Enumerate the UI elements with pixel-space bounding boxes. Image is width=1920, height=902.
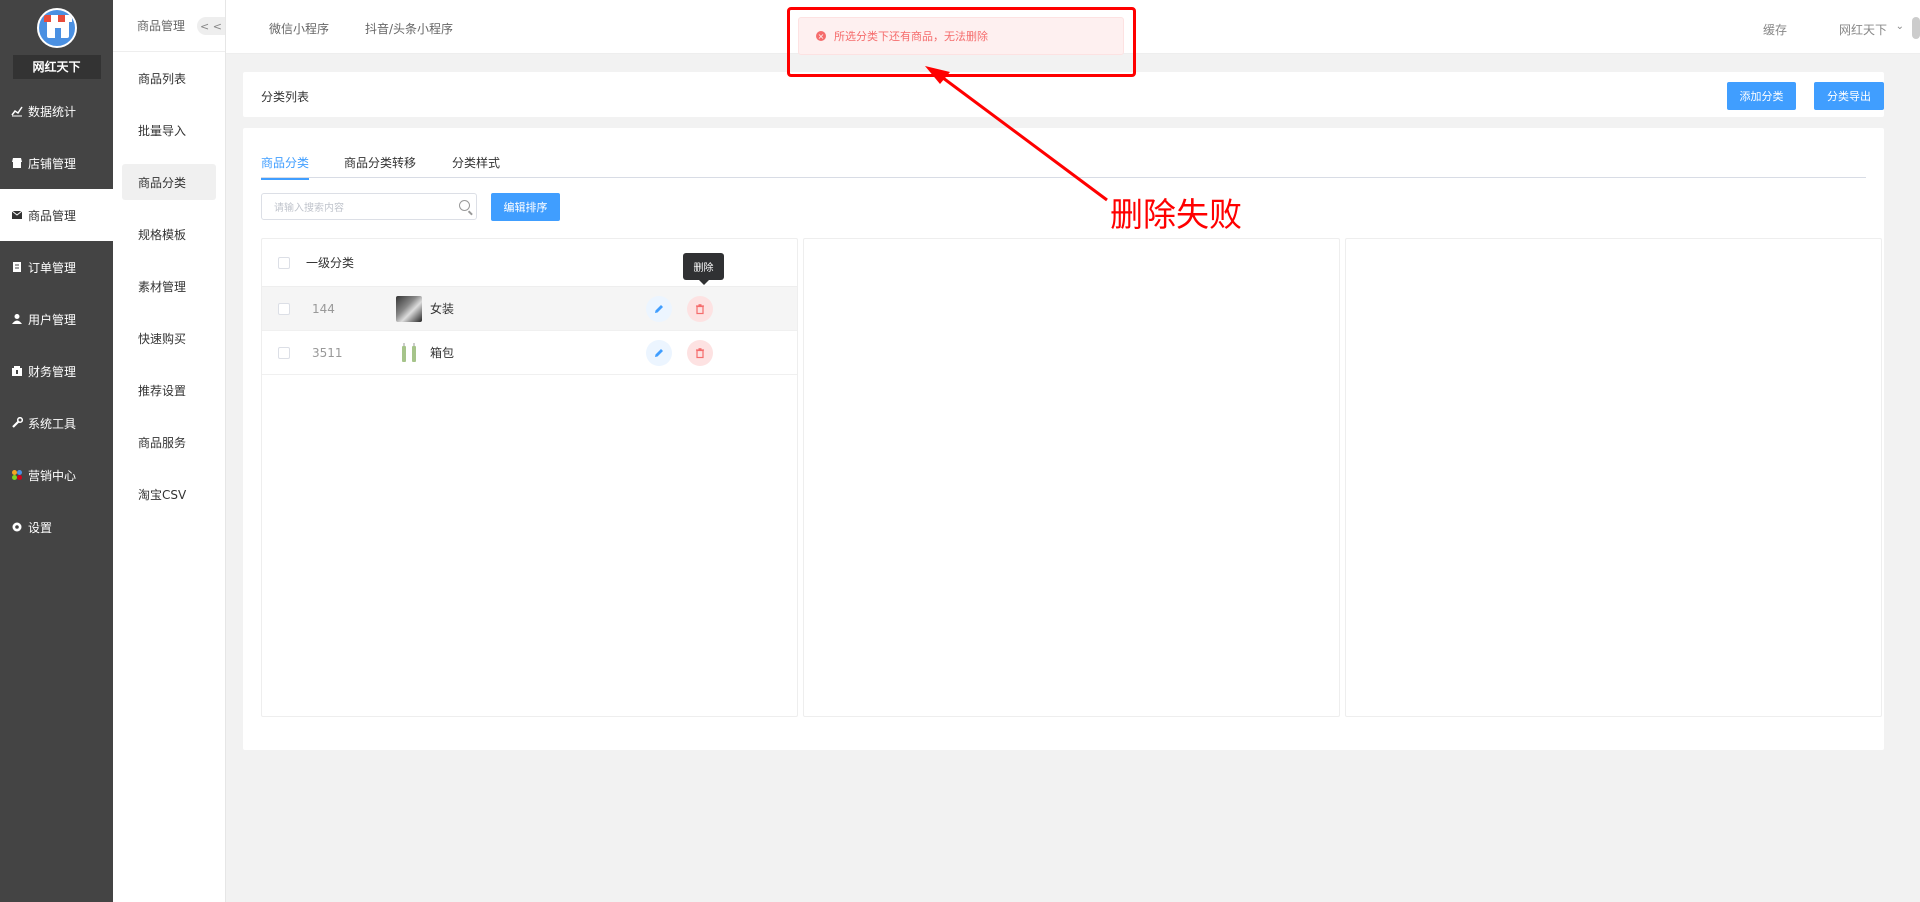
annotation-arrow-icon — [925, 66, 1108, 202]
annotation-label: 删除失败 — [1110, 195, 1242, 234]
